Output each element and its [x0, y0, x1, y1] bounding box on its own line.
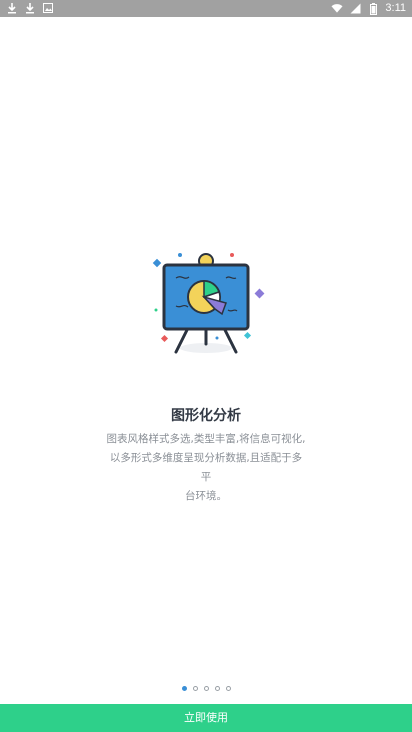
- notification-icons: [6, 1, 54, 15]
- download-icon: [24, 1, 36, 15]
- wifi-icon: [331, 2, 343, 16]
- image-icon: [42, 1, 54, 15]
- page-dot-2[interactable]: [192, 686, 198, 691]
- page-dot-5[interactable]: [225, 686, 231, 691]
- page-dot-4[interactable]: [214, 686, 220, 691]
- description-line: 图表风格样式多选,类型丰富,将信息可视化,: [106, 433, 306, 445]
- description-line: 以多形式多维度呈现分析数据,且适配于多平: [109, 452, 303, 483]
- system-indicators: 3:11: [331, 1, 406, 16]
- onboarding-description: 图表风格样式多选,类型丰富,将信息可视化, 以多形式多维度呈现分析数据,且适配于…: [106, 430, 306, 506]
- download-icon: [6, 1, 18, 15]
- start-now-button[interactable]: 立即使用: [0, 704, 412, 732]
- status-bar: 3:11: [0, 0, 412, 17]
- page-dot-1[interactable]: [181, 686, 187, 691]
- battery-icon: [367, 2, 379, 16]
- page-indicator: [0, 686, 412, 691]
- page-dot-3[interactable]: [203, 686, 209, 691]
- clock-time: 3:11: [385, 2, 406, 14]
- description-line: 台环境。: [185, 490, 227, 502]
- presentation-board-pie-chart-icon: [142, 248, 272, 363]
- signal-icon: [349, 2, 361, 16]
- onboarding-title: 图形化分析: [171, 408, 241, 424]
